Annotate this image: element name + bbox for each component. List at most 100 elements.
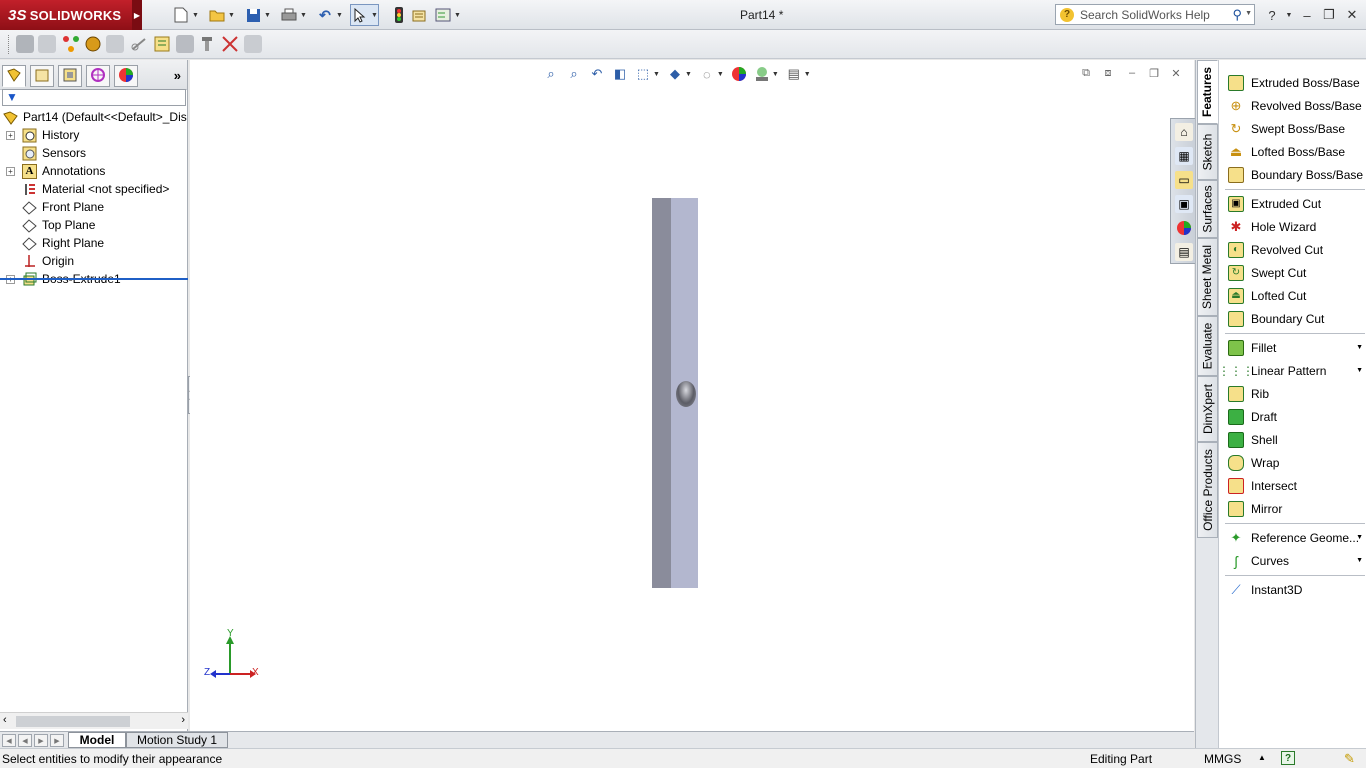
expand-icon[interactable]: + <box>6 130 15 140</box>
intersect-button[interactable]: Intersect <box>1219 474 1366 497</box>
measure-icon[interactable] <box>221 35 239 53</box>
help-menu-icon[interactable]: ? <box>1263 6 1281 24</box>
draft-button[interactable]: Draft <box>1219 405 1366 428</box>
viewport-split-icon[interactable]: ⧉ <box>1078 66 1094 80</box>
tree-item-origin[interactable]: Origin <box>0 252 188 270</box>
scroll-left-icon[interactable]: ‹ <box>3 714 7 726</box>
rebuild-tip-icon[interactable]: ✎ <box>1344 751 1360 766</box>
chevron-down-icon[interactable]: ▼ <box>1356 344 1363 351</box>
viewport-close-icon[interactable]: ✕ <box>1168 66 1184 80</box>
dimxpertmanager-tab[interactable] <box>86 65 110 87</box>
part-icon[interactable] <box>16 35 34 53</box>
mate-icon[interactable] <box>130 35 148 53</box>
file-properties-button[interactable] <box>410 5 428 25</box>
extruded-cut-button[interactable]: ▣ Extruded Cut <box>1219 192 1366 215</box>
shell-button[interactable]: Shell <box>1219 428 1366 451</box>
chevron-down-icon[interactable]: ▼ <box>685 71 692 78</box>
section-view-icon[interactable]: ◧ <box>611 65 629 83</box>
swept-cut-button[interactable]: ↻ Swept Cut <box>1219 261 1366 284</box>
view-palette-icon[interactable]: ▣ <box>1175 195 1193 213</box>
more-tabs-icon[interactable]: » <box>174 68 181 83</box>
new-document-button[interactable]: ▼ <box>172 5 199 25</box>
undo-button[interactable]: ↶ ▼ <box>316 5 343 25</box>
hide-show-items-icon[interactable]: ◌ <box>698 65 716 83</box>
disabled-tool-icon[interactable] <box>38 35 56 53</box>
chevron-down-icon[interactable]: ▼ <box>192 12 199 19</box>
print-button[interactable]: ▼ <box>280 5 307 25</box>
screw-icon[interactable] <box>198 35 216 53</box>
part-hole[interactable] <box>676 381 696 407</box>
fillet-button[interactable]: Fillet ▼ <box>1219 336 1366 359</box>
revolved-cut-button[interactable]: ◐ Revolved Cut <box>1219 238 1366 261</box>
minimize-icon[interactable]: – <box>1298 6 1316 24</box>
apply-scene-icon[interactable] <box>753 65 771 83</box>
chevron-down-icon[interactable]: ▼ <box>1356 367 1363 374</box>
sphere-icon[interactable] <box>84 35 102 53</box>
custom-properties-icon[interactable]: ▤ <box>1175 243 1193 261</box>
featuremanager-tab[interactable] <box>2 65 26 87</box>
feature-tree-icon[interactable] <box>153 35 171 53</box>
tree-item-top-plane[interactable]: Top Plane <box>0 216 188 234</box>
chevron-down-icon[interactable]: ▼ <box>653 71 660 78</box>
revolved-boss-base-button[interactable]: ⊕ Revolved Boss/Base <box>1219 94 1366 117</box>
tab-sketch[interactable]: Sketch <box>1197 124 1218 180</box>
tree-item-sensors[interactable]: Sensors <box>0 144 188 162</box>
zoom-to-fit-icon[interactable]: ⌕ <box>542 65 560 83</box>
scroll-thumb[interactable] <box>16 716 130 727</box>
solidworks-resources-icon[interactable]: ⌂ <box>1175 123 1193 141</box>
rebuild-button[interactable] <box>390 5 408 25</box>
chevron-down-icon[interactable]: ▼ <box>371 12 378 19</box>
zoom-to-area-icon[interactable]: ⌕ <box>565 65 583 83</box>
chevron-down-icon[interactable]: ▼ <box>717 71 724 78</box>
tab-surfaces[interactable]: Surfaces <box>1197 180 1218 238</box>
boundary-boss-base-button[interactable]: Boundary Boss/Base <box>1219 163 1366 186</box>
part-model[interactable] <box>652 198 698 588</box>
search-help-input[interactable]: ? Search SolidWorks Help ⚲ ▼ <box>1055 4 1255 25</box>
chevron-down-icon[interactable]: ▼ <box>300 12 307 19</box>
file-explorer-icon[interactable]: ▭ <box>1175 171 1193 189</box>
swept-boss-base-button[interactable]: ↻ Swept Boss/Base <box>1219 117 1366 140</box>
extruded-boss-base-button[interactable]: Extruded Boss/Base <box>1219 71 1366 94</box>
design-library-icon[interactable]: ▦ <box>1175 147 1193 165</box>
instant3d-button[interactable]: ⟋ Instant3D <box>1219 578 1366 601</box>
lofted-boss-base-button[interactable]: ⏏ Lofted Boss/Base <box>1219 140 1366 163</box>
options-button[interactable]: ▼ <box>434 5 461 25</box>
search-icon[interactable]: ⚲ <box>1232 7 1242 23</box>
prev-tab-icon[interactable]: ◀ <box>18 734 32 747</box>
next-tab-icon[interactable]: ▶ <box>34 734 48 747</box>
edit-appearance-icon[interactable] <box>730 65 748 83</box>
display-style-icon[interactable]: ◆ <box>666 65 684 83</box>
wrap-button[interactable]: Wrap <box>1219 451 1366 474</box>
tree-item-annotations[interactable]: + A Annotations <box>0 162 188 180</box>
chevron-down-icon[interactable]: ▼ <box>336 12 343 19</box>
chevron-down-icon[interactable]: ▼ <box>1356 557 1363 564</box>
disabled-tool-icon[interactable] <box>106 35 124 53</box>
linear-pattern-button[interactable]: ⋮⋮⋮ Linear Pattern ▼ <box>1218 359 1366 382</box>
close-icon[interactable]: ✕ <box>1343 6 1361 24</box>
chevron-down-icon[interactable]: ▼ <box>1245 10 1252 17</box>
horizontal-scrollbar[interactable]: ‹ › <box>0 712 188 729</box>
lofted-cut-button[interactable]: ⏏ Lofted Cut <box>1219 284 1366 307</box>
tab-sheet-metal[interactable]: Sheet Metal <box>1197 238 1218 316</box>
graphics-area[interactable]: ⌕ ⌕ ↶ ◧ ⬚ ▼ ◆ ▼ ◌ ▼ ▼ ▤ ▼ ⧉ ⧈ – ❐ ✕ ⌂ ▦ ▭ ▣ … <box>190 60 1196 732</box>
block-icon[interactable] <box>176 35 194 53</box>
open-button[interactable]: ▼ <box>208 5 235 25</box>
tab-dimxpert[interactable]: DimXpert <box>1197 376 1218 442</box>
hole-wizard-button[interactable]: ✱ Hole Wizard <box>1219 215 1366 238</box>
units-selector[interactable]: MMGS <box>1204 752 1241 766</box>
solidworks-logo[interactable]: 3S SOLIDWORKS <box>0 0 132 30</box>
disabled-tool-icon[interactable] <box>244 35 262 53</box>
chevron-down-icon[interactable]: ▼ <box>772 71 779 78</box>
help-icon[interactable]: ? <box>1281 751 1295 765</box>
tab-model[interactable]: Model <box>68 732 126 748</box>
curves-button[interactable]: ʃ Curves ▼ <box>1219 549 1366 572</box>
tab-motion-study[interactable]: Motion Study 1 <box>126 732 228 748</box>
rollback-bar[interactable] <box>0 278 188 280</box>
chevron-down-icon[interactable]: ▼ <box>264 12 271 19</box>
part-side-face[interactable] <box>652 198 671 588</box>
chevron-down-icon[interactable]: ▼ <box>1356 534 1363 541</box>
first-tab-icon[interactable]: ◀ <box>2 734 16 747</box>
tree-filter-input[interactable]: ▼ <box>2 89 186 106</box>
chevron-down-icon[interactable]: ▼ <box>228 12 235 19</box>
viewport-tile-icon[interactable]: ⧈ <box>1100 66 1116 80</box>
